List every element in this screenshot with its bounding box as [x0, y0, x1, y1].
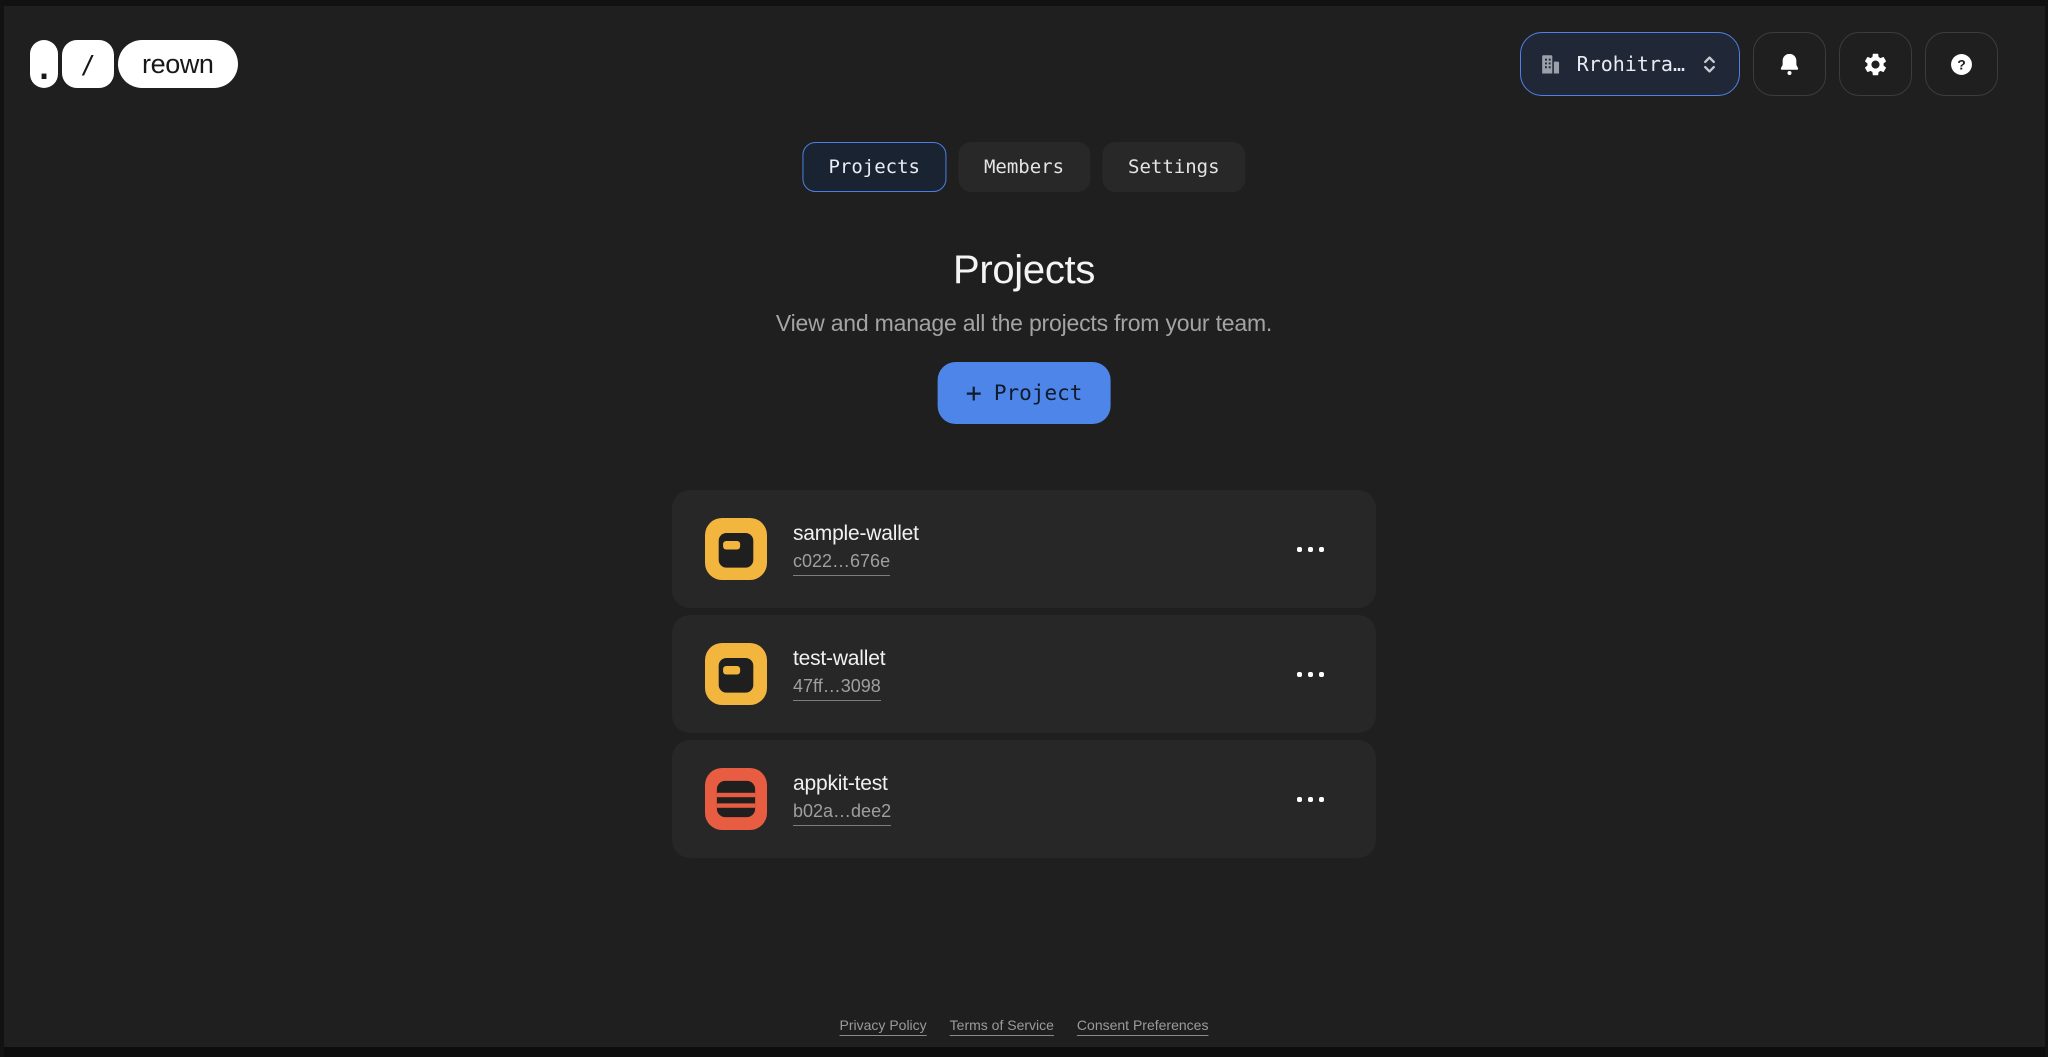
- bell-icon: [1776, 51, 1803, 78]
- terms-of-service-link[interactable]: Terms of Service: [950, 1017, 1054, 1033]
- ellipsis-icon: [1297, 672, 1302, 677]
- page-header: Projects View and manage all the project…: [0, 248, 2048, 337]
- page-subtitle: View and manage all the projects from yo…: [0, 310, 2048, 337]
- logo-slash-pill: /: [62, 40, 114, 88]
- org-selector-button[interactable]: Rrohitra…: [1520, 32, 1740, 96]
- privacy-policy-link[interactable]: Privacy Policy: [840, 1017, 927, 1033]
- header: . / reown Rrohitra…: [30, 32, 1998, 96]
- project-id-link[interactable]: c022…676e: [793, 551, 890, 576]
- stack-icon: [705, 768, 767, 830]
- footer-links: Privacy Policy Terms of Service Consent …: [0, 1017, 2048, 1033]
- ellipsis-icon: [1297, 547, 1302, 552]
- project-meta: appkit-test b02a…dee2: [793, 772, 891, 826]
- gear-icon: [1862, 51, 1889, 78]
- page-title: Projects: [0, 248, 2048, 293]
- building-icon: [1537, 51, 1564, 78]
- project-list: sample-wallet c022…676e test-wallet 47ff…: [672, 490, 1376, 858]
- new-project-label: Project: [994, 381, 1083, 405]
- project-id-link[interactable]: b02a…dee2: [793, 801, 891, 826]
- plus-icon: +: [966, 380, 982, 407]
- logo-dot-pill: .: [30, 40, 58, 88]
- help-icon: ?: [1948, 51, 1975, 78]
- new-project-button[interactable]: + Project: [938, 362, 1111, 424]
- project-row-sample-wallet[interactable]: sample-wallet c022…676e: [672, 490, 1376, 608]
- logo-wordmark-pill: reown: [118, 40, 238, 88]
- org-tabs: Projects Members Settings: [802, 142, 1245, 192]
- project-menu-button[interactable]: [1297, 787, 1324, 812]
- svg-text:?: ?: [1957, 56, 1966, 72]
- help-button[interactable]: ?: [1925, 32, 1998, 96]
- tab-members[interactable]: Members: [958, 142, 1090, 192]
- consent-preferences-link[interactable]: Consent Preferences: [1077, 1017, 1209, 1033]
- wallet-icon: [705, 643, 767, 705]
- tab-projects[interactable]: Projects: [802, 142, 946, 192]
- reown-logo[interactable]: . / reown: [30, 40, 238, 88]
- project-name: appkit-test: [793, 772, 888, 796]
- settings-button[interactable]: [1839, 32, 1912, 96]
- project-menu-button[interactable]: [1297, 537, 1324, 562]
- caret-sort-icon: [1698, 53, 1721, 76]
- header-actions: Rrohitra…: [1520, 32, 1998, 96]
- project-name: sample-wallet: [793, 522, 919, 546]
- wallet-icon: [705, 518, 767, 580]
- project-menu-button[interactable]: [1297, 662, 1324, 687]
- project-meta: sample-wallet c022…676e: [793, 522, 919, 576]
- org-name-label: Rrohitra…: [1577, 52, 1685, 76]
- project-row-test-wallet[interactable]: test-wallet 47ff…3098: [672, 615, 1376, 733]
- notifications-button[interactable]: [1753, 32, 1826, 96]
- project-id-link[interactable]: 47ff…3098: [793, 676, 881, 701]
- tab-settings[interactable]: Settings: [1102, 142, 1246, 192]
- ellipsis-icon: [1297, 797, 1302, 802]
- project-row-appkit-test[interactable]: appkit-test b02a…dee2: [672, 740, 1376, 858]
- project-meta: test-wallet 47ff…3098: [793, 647, 885, 701]
- project-name: test-wallet: [793, 647, 885, 671]
